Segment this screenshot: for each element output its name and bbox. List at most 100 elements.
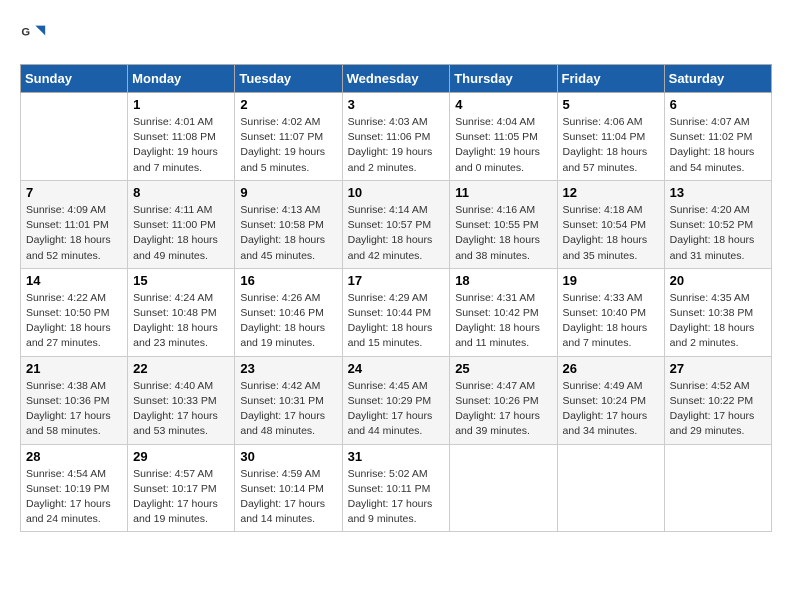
day-detail: Sunrise: 4:57 AMSunset: 10:17 PMDaylight… [133,467,229,528]
calendar-cell: 1Sunrise: 4:01 AMSunset: 11:08 PMDayligh… [128,93,235,181]
day-detail: Sunrise: 4:04 AMSunset: 11:05 PMDaylight… [455,115,551,176]
day-detail: Sunrise: 4:16 AMSunset: 10:55 PMDaylight… [455,203,551,264]
calendar-week-row: 21 Sunrise: 4:38 AMSunset: 10:36 PMDaylig… [21,356,772,444]
calendar-cell: 27 Sunrise: 4:52 AMSunset: 10:22 PMDaylig… [664,356,771,444]
calendar-cell: 18 Sunrise: 4:31 AMSunset: 10:42 PMDaylig… [450,268,557,356]
logo: G [20,20,52,48]
day-detail: Sunrise: 4:33 AMSunset: 10:40 PMDaylight… [563,291,659,352]
day-detail: Sunrise: 4:20 AMSunset: 10:52 PMDaylight… [670,203,766,264]
day-number: 13 [670,185,766,200]
day-detail: Sunrise: 4:35 AMSunset: 10:38 PMDaylight… [670,291,766,352]
day-number: 16 [240,273,336,288]
day-detail: Sunrise: 4:03 AMSunset: 11:06 PMDaylight… [348,115,445,176]
calendar-cell: 22 Sunrise: 4:40 AMSunset: 10:33 PMDaylig… [128,356,235,444]
calendar-cell: 12 Sunrise: 4:18 AMSunset: 10:54 PMDaylig… [557,180,664,268]
day-number: 6 [670,97,766,112]
day-detail: Sunrise: 4:07 AMSunset: 11:02 PMDaylight… [670,115,766,176]
calendar-cell: 15 Sunrise: 4:24 AMSunset: 10:48 PMDaylig… [128,268,235,356]
day-detail: Sunrise: 4:54 AMSunset: 10:19 PMDaylight… [26,467,122,528]
day-number: 12 [563,185,659,200]
calendar-week-row: 14 Sunrise: 4:22 AMSunset: 10:50 PMDaylig… [21,268,772,356]
day-number: 22 [133,361,229,376]
calendar-week-row: 28 Sunrise: 4:54 AMSunset: 10:19 PMDaylig… [21,444,772,532]
day-number: 24 [348,361,445,376]
calendar-cell: 29 Sunrise: 4:57 AMSunset: 10:17 PMDaylig… [128,444,235,532]
day-number: 31 [348,449,445,464]
day-detail: Sunrise: 4:06 AMSunset: 11:04 PMDaylight… [563,115,659,176]
calendar-cell [664,444,771,532]
day-number: 28 [26,449,122,464]
calendar-cell: 5 Sunrise: 4:06 AMSunset: 11:04 PMDayligh… [557,93,664,181]
page-header: G [20,20,772,48]
day-number: 11 [455,185,551,200]
day-number: 18 [455,273,551,288]
day-number: 21 [26,361,122,376]
day-detail: Sunrise: 4:02 AMSunset: 11:07 PMDaylight… [240,115,336,176]
calendar-cell: 30 Sunrise: 4:59 AMSunset: 10:14 PMDaylig… [235,444,342,532]
day-detail: Sunrise: 4:31 AMSunset: 10:42 PMDaylight… [455,291,551,352]
calendar-header-row: SundayMondayTuesdayWednesdayThursdayFrid… [21,65,772,93]
weekday-header-tuesday: Tuesday [235,65,342,93]
calendar-week-row: 7Sunrise: 4:09 AMSunset: 11:01 PMDayligh… [21,180,772,268]
calendar-cell: 25Sunrise: 4:47 AMSunset: 10:26 PMDaylig… [450,356,557,444]
day-detail: Sunrise: 4:01 AMSunset: 11:08 PMDaylight… [133,115,229,176]
calendar-cell: 16 Sunrise: 4:26 AMSunset: 10:46 PMDaylig… [235,268,342,356]
day-number: 27 [670,361,766,376]
day-detail: Sunrise: 4:49 AMSunset: 10:24 PMDaylight… [563,379,659,440]
calendar-cell: 13 Sunrise: 4:20 AMSunset: 10:52 PMDaylig… [664,180,771,268]
svg-text:G: G [21,26,30,38]
day-detail: Sunrise: 4:24 AMSunset: 10:48 PMDaylight… [133,291,229,352]
day-detail: Sunrise: 4:29 AMSunset: 10:44 PMDaylight… [348,291,445,352]
day-number: 9 [240,185,336,200]
day-number: 7 [26,185,122,200]
day-detail: Sunrise: 4:26 AMSunset: 10:46 PMDaylight… [240,291,336,352]
calendar-cell [21,93,128,181]
calendar-cell: 2Sunrise: 4:02 AMSunset: 11:07 PMDayligh… [235,93,342,181]
day-number: 19 [563,273,659,288]
day-number: 14 [26,273,122,288]
calendar-cell: 6 Sunrise: 4:07 AMSunset: 11:02 PMDayligh… [664,93,771,181]
calendar-cell: 7Sunrise: 4:09 AMSunset: 11:01 PMDayligh… [21,180,128,268]
calendar-cell: 28 Sunrise: 4:54 AMSunset: 10:19 PMDaylig… [21,444,128,532]
day-number: 10 [348,185,445,200]
day-detail: Sunrise: 4:22 AMSunset: 10:50 PMDaylight… [26,291,122,352]
day-number: 17 [348,273,445,288]
weekday-header-friday: Friday [557,65,664,93]
calendar-cell: 14 Sunrise: 4:22 AMSunset: 10:50 PMDaylig… [21,268,128,356]
calendar-cell: 24 Sunrise: 4:45 AMSunset: 10:29 PMDaylig… [342,356,450,444]
weekday-header-monday: Monday [128,65,235,93]
calendar-cell: 4 Sunrise: 4:04 AMSunset: 11:05 PMDayligh… [450,93,557,181]
day-detail: Sunrise: 4:59 AMSunset: 10:14 PMDaylight… [240,467,336,528]
calendar-cell: 11 Sunrise: 4:16 AMSunset: 10:55 PMDaylig… [450,180,557,268]
day-detail: Sunrise: 4:52 AMSunset: 10:22 PMDaylight… [670,379,766,440]
day-detail: Sunrise: 4:14 AMSunset: 10:57 PMDaylight… [348,203,445,264]
calendar-cell: 17 Sunrise: 4:29 AMSunset: 10:44 PMDaylig… [342,268,450,356]
calendar-cell [450,444,557,532]
calendar-cell: 10 Sunrise: 4:14 AMSunset: 10:57 PMDaylig… [342,180,450,268]
calendar-cell: 9Sunrise: 4:13 AMSunset: 10:58 PMDayligh… [235,180,342,268]
day-detail: Sunrise: 4:40 AMSunset: 10:33 PMDaylight… [133,379,229,440]
calendar-cell: 8 Sunrise: 4:11 AMSunset: 11:00 PMDayligh… [128,180,235,268]
calendar-cell [557,444,664,532]
calendar-cell: 31 Sunrise: 5:02 AMSunset: 10:11 PMDaylig… [342,444,450,532]
weekday-header-wednesday: Wednesday [342,65,450,93]
day-number: 29 [133,449,229,464]
day-detail: Sunrise: 4:38 AMSunset: 10:36 PMDaylight… [26,379,122,440]
day-detail: Sunrise: 4:18 AMSunset: 10:54 PMDaylight… [563,203,659,264]
day-number: 15 [133,273,229,288]
day-detail: Sunrise: 5:02 AMSunset: 10:11 PMDaylight… [348,467,445,528]
calendar-cell: 3Sunrise: 4:03 AMSunset: 11:06 PMDayligh… [342,93,450,181]
day-detail: Sunrise: 4:45 AMSunset: 10:29 PMDaylight… [348,379,445,440]
day-number: 25 [455,361,551,376]
day-detail: Sunrise: 4:11 AMSunset: 11:00 PMDaylight… [133,203,229,264]
logo-icon: G [20,20,48,48]
calendar-table: SundayMondayTuesdayWednesdayThursdayFrid… [20,64,772,532]
calendar-cell: 21 Sunrise: 4:38 AMSunset: 10:36 PMDaylig… [21,356,128,444]
day-number: 8 [133,185,229,200]
calendar-cell: 19 Sunrise: 4:33 AMSunset: 10:40 PMDaylig… [557,268,664,356]
calendar-cell: 20Sunrise: 4:35 AMSunset: 10:38 PMDaylig… [664,268,771,356]
day-number: 4 [455,97,551,112]
day-number: 5 [563,97,659,112]
day-number: 30 [240,449,336,464]
weekday-header-sunday: Sunday [21,65,128,93]
